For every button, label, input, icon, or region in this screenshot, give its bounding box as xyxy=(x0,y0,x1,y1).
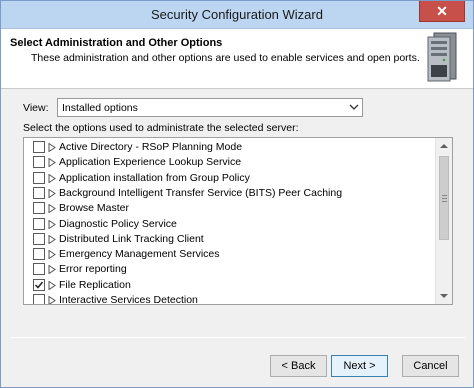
expand-arrow-icon[interactable] xyxy=(48,203,56,214)
option-checkbox[interactable] xyxy=(33,202,45,215)
title-bar[interactable]: Security Configuration Wizard ✕ xyxy=(1,1,473,29)
page-subtitle: These administration and other options a… xyxy=(31,52,420,64)
expand-arrow-icon[interactable] xyxy=(48,280,56,291)
option-checkbox[interactable] xyxy=(33,171,45,184)
expand-arrow-icon[interactable] xyxy=(48,249,56,260)
option-checkbox[interactable] xyxy=(33,186,45,199)
list-item[interactable]: Diagnostic Policy Service xyxy=(24,217,434,232)
wizard-header: Select Administration and Other Options … xyxy=(1,29,473,89)
option-checkbox[interactable] xyxy=(33,141,45,153)
list-item[interactable]: Emergency Management Services xyxy=(24,247,434,262)
list-item[interactable]: Application installation from Group Poli… xyxy=(24,171,434,186)
list-item[interactable]: Error reporting xyxy=(24,262,434,277)
server-computer-icon xyxy=(427,32,457,82)
expand-arrow-icon[interactable] xyxy=(48,234,56,245)
back-button[interactable]: < Back xyxy=(270,355,327,377)
expand-arrow-icon[interactable] xyxy=(48,188,56,199)
chevron-down-icon xyxy=(349,104,359,110)
option-checkbox[interactable] xyxy=(33,156,45,169)
option-label: Application Experience Lookup Service xyxy=(59,156,242,169)
option-label: Emergency Management Services xyxy=(59,248,220,261)
option-label: Background Intelligent Transfer Service … xyxy=(59,186,343,199)
option-label: Diagnostic Policy Service xyxy=(59,217,177,230)
cancel-button[interactable]: Cancel xyxy=(402,355,459,377)
options-list[interactable]: Active Directory - RSoP Planning Mode App… xyxy=(23,137,453,305)
scroll-up-icon[interactable] xyxy=(436,138,452,154)
option-checkbox[interactable] xyxy=(33,278,45,291)
thumb-grip-line xyxy=(442,195,447,196)
list-item[interactable]: Distributed Link Tracking Client xyxy=(24,232,434,247)
scrollbar-thumb[interactable] xyxy=(439,156,449,240)
view-label: View: xyxy=(23,102,49,114)
option-label: File Replication xyxy=(59,278,131,291)
scroll-down-icon[interactable] xyxy=(436,288,452,304)
expand-arrow-icon[interactable] xyxy=(48,173,56,184)
option-label: Distributed Link Tracking Client xyxy=(59,232,204,245)
expand-arrow-icon[interactable] xyxy=(48,295,56,304)
close-button[interactable]: ✕ xyxy=(419,1,465,22)
option-label: Browse Master xyxy=(59,202,130,215)
list-item[interactable]: Application Experience Lookup Service xyxy=(24,155,434,170)
page-title: Select Administration and Other Options xyxy=(10,37,223,49)
list-item[interactable]: File Replication xyxy=(24,278,434,293)
option-label: Error reporting xyxy=(59,263,127,276)
view-dropdown[interactable]: Installed options xyxy=(57,98,363,117)
list-item[interactable]: Interactive Services Detection xyxy=(24,293,434,305)
option-checkbox[interactable] xyxy=(33,263,45,276)
thumb-grip-line xyxy=(442,198,447,199)
button-separator xyxy=(11,337,465,338)
list-item[interactable]: Active Directory - RSoP Planning Mode xyxy=(24,140,434,155)
expand-arrow-icon[interactable] xyxy=(48,264,56,275)
wizard-window: Security Configuration Wizard ✕ Select A… xyxy=(0,0,474,388)
checkmark-icon xyxy=(34,281,44,289)
next-button[interactable]: Next > xyxy=(331,355,388,377)
window-title: Security Configuration Wizard xyxy=(151,7,323,22)
option-checkbox[interactable] xyxy=(33,248,45,261)
list-item[interactable]: Browse Master xyxy=(24,201,434,216)
option-label: Active Directory - RSoP Planning Mode xyxy=(59,141,243,153)
expand-arrow-icon[interactable] xyxy=(48,142,56,153)
option-label: Application installation from Group Poli… xyxy=(59,171,250,184)
option-label: Interactive Services Detection xyxy=(59,294,198,305)
view-dropdown-value: Installed options xyxy=(62,102,138,114)
vertical-scrollbar[interactable] xyxy=(435,138,452,304)
options-instruction: Select the options used to administrate … xyxy=(23,122,299,134)
thumb-grip-line xyxy=(442,201,447,202)
option-checkbox[interactable] xyxy=(33,232,45,245)
option-checkbox[interactable] xyxy=(33,217,45,230)
expand-arrow-icon[interactable] xyxy=(48,219,56,229)
option-checkbox[interactable] xyxy=(33,294,45,304)
expand-arrow-icon[interactable] xyxy=(48,157,56,168)
close-icon: ✕ xyxy=(436,3,448,19)
list-item[interactable]: Background Intelligent Transfer Service … xyxy=(24,186,434,201)
